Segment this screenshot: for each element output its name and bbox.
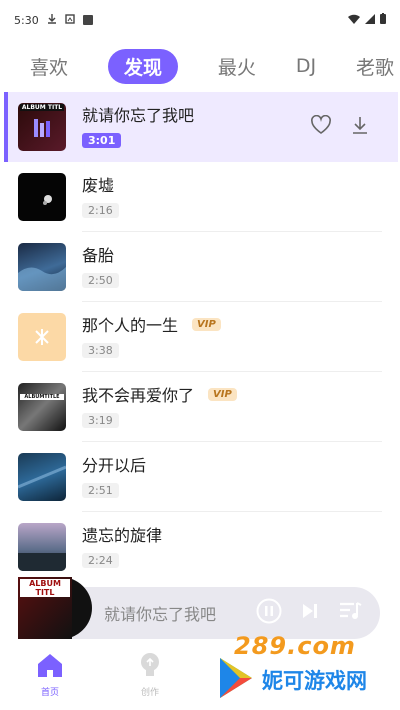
song-row[interactable]: 备胎 2:50 [0,232,400,302]
song-title: 分开以后 [82,456,147,475]
song-cover [18,523,66,571]
song-cover: ALBUM TITL [18,103,66,151]
song-duration: 2:51 [82,483,119,498]
status-bar: 5:30 [0,0,400,40]
song-title: 废墟 [82,176,115,195]
bulb-icon [138,652,162,681]
app-status-icon [82,15,93,25]
song-title: 备胎 [82,246,115,265]
playlist-icon[interactable] [338,600,362,626]
song-row[interactable]: 分开以后 2:51 [0,442,400,512]
tab-likes[interactable]: 喜欢 [30,49,68,84]
song-cover [18,313,66,361]
nav-home[interactable]: 首页 [0,648,100,710]
next-track-icon[interactable] [300,601,320,625]
song-row[interactable]: ALBUM TITL 就请你忘了我吧 3:01 [4,92,398,162]
wifi-icon [348,14,360,27]
player-cover[interactable]: ALBUM TITL [18,577,92,639]
nav-home-label: 首页 [40,688,59,698]
signal-icon [365,13,375,27]
pause-icon[interactable] [256,598,282,628]
song-row[interactable]: 废墟 2:16 [0,162,400,232]
song-title: 遗忘的旋律 [82,526,163,545]
tab-hottest[interactable]: 最火 [218,49,256,84]
song-duration: 3:19 [82,413,119,428]
home-icon [36,652,64,681]
song-duration: 2:24 [82,553,119,568]
song-cover [18,453,66,501]
nav-create[interactable]: 创作 [100,648,200,710]
player-cover-text: ALBUM TITL [20,579,70,597]
download-status-icon [47,13,57,27]
vip-badge: VIP [192,317,221,331]
tab-dj[interactable]: DJ [296,51,316,81]
player-album-art: ALBUM TITL [18,577,72,639]
song-duration: 3:01 [82,133,122,148]
category-tabs: 喜欢 发现 最火 DJ 老歌 [0,40,400,92]
vip-badge: VIP [208,387,237,401]
song-duration: 3:38 [82,343,119,358]
player-song-title[interactable]: 就请你忘了我吧 [104,601,234,625]
watermark-logo: 妮可游戏网 [216,656,367,704]
tab-discover[interactable]: 发现 [107,48,178,84]
play-logo-icon [216,656,256,704]
song-row[interactable]: 那个人的一生 VIP 3:38 [0,302,400,372]
watermark-brand: 妮可游戏网 [262,669,367,693]
song-list: ALBUM TITL 就请你忘了我吧 3:01 废墟 2:16 备胎 2:50 … [0,92,400,582]
song-cover [18,243,66,291]
cover-title-text: ALBUMTITLE [20,394,64,400]
heart-icon[interactable] [310,114,332,139]
song-duration: 2:16 [82,203,119,218]
song-cover [18,173,66,221]
download-icon[interactable] [350,115,370,139]
song-title: 就请你忘了我吧 [82,106,195,125]
song-row[interactable]: ALBUMTITLE 我不会再爱你了 VIP 3:19 [0,372,400,442]
battery-icon [380,13,386,27]
tab-oldies[interactable]: 老歌 [356,49,394,84]
song-row[interactable]: 遗忘的旋律 2:24 [0,512,400,582]
notification-icon [65,13,75,27]
song-duration: 2:50 [82,273,119,288]
nav-create-label: 创作 [140,688,159,698]
status-time: 5:30 [14,13,39,27]
song-cover: ALBUMTITLE [18,383,66,431]
song-title: 那个人的一生 [82,316,179,335]
song-title: 我不会再爱你了 [82,386,195,405]
